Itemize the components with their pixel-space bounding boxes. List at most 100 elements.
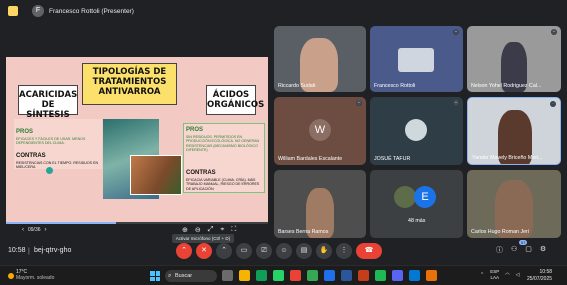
presentation-slide: TIPOLOGÍAS DE TRATAMIENTOS ANTIVARROA AC… bbox=[6, 57, 268, 223]
language-indicator[interactable]: ESP LAA bbox=[490, 269, 499, 281]
participant-video bbox=[398, 48, 434, 72]
app-icon[interactable] bbox=[392, 270, 403, 281]
fullscreen-icon[interactable]: ⛶ bbox=[231, 226, 236, 234]
app-icon[interactable] bbox=[426, 270, 437, 281]
participant-tile[interactable]: ⦿ Nelson Yohel Rodriguez Cal... bbox=[467, 26, 561, 92]
participant-tile[interactable]: Carlos Hugo Roman Jeri bbox=[467, 170, 561, 238]
participant-name: Francesco Rottoli bbox=[374, 83, 416, 89]
people-count-badge: 57 bbox=[519, 240, 528, 245]
end-call-button[interactable]: ☎ bbox=[356, 243, 382, 259]
participant-tile[interactable]: ⦿ Yander Mavely Briceño Men... bbox=[467, 97, 561, 165]
left-heading: ACARICIDAS DE SÍNTESIS bbox=[18, 85, 78, 120]
taskbar-apps bbox=[222, 270, 437, 281]
more-participants-count: 48 más bbox=[408, 218, 426, 224]
taskbar-search[interactable]: ⌕ Buscar bbox=[165, 270, 217, 282]
participant-name: Carlos Hugo Roman Jeri bbox=[471, 229, 529, 235]
slide-pager: ‹ 09/36 › bbox=[22, 227, 47, 233]
participant-tile[interactable]: ⦿ W William Bardales Escalante bbox=[274, 97, 366, 165]
right-pros-text: SIN RESIDUOS. PERMITIDOS EN PRODUCCIÓN E… bbox=[186, 135, 260, 153]
left-contras-label: CONTRAS bbox=[16, 153, 46, 159]
app-logo-icon bbox=[8, 6, 18, 16]
slide-tools: ⊕ ⊖ ⤢ ⌖ ⛶ bbox=[182, 226, 236, 234]
slide-title: TIPOLOGÍAS DE TRATAMIENTOS ANTIVARROA bbox=[82, 63, 177, 105]
chat-icon[interactable]: ▢ bbox=[525, 245, 532, 255]
windows-start-icon[interactable] bbox=[150, 271, 160, 281]
next-slide-button[interactable]: › bbox=[45, 227, 47, 233]
people-icon[interactable]: ⚇ bbox=[511, 245, 517, 255]
right-pros-label: PROS bbox=[186, 127, 204, 133]
raise-hand-icon[interactable]: ✋ bbox=[316, 243, 332, 259]
chrome-icon[interactable] bbox=[307, 270, 318, 281]
system-tray: ⌃ ESP LAA ◠ ◁ bbox=[480, 269, 519, 281]
captions-icon[interactable]: ▤ bbox=[296, 243, 312, 259]
slide-pointer bbox=[46, 167, 53, 174]
present-icon[interactable]: ⎚ bbox=[256, 243, 272, 259]
prev-slide-button[interactable]: ‹ bbox=[22, 227, 24, 233]
whatsapp-icon[interactable] bbox=[273, 270, 284, 281]
zoom-in-icon[interactable]: ⊕ bbox=[182, 226, 188, 234]
participant-name: Barses Berna Ramos bbox=[278, 229, 329, 235]
separator: | bbox=[28, 248, 30, 255]
taskbar: 17°C Mayorm. soleado ⌕ Buscar ⌃ ESP LAA … bbox=[0, 265, 567, 285]
mic-off-icon[interactable]: ✕ bbox=[196, 243, 212, 259]
meet-window: F Francesco Rottoli (Presenter) TIPOLOGÍ… bbox=[0, 0, 567, 285]
taskbar-clock[interactable]: 10:58 25/07/2025 bbox=[527, 269, 552, 283]
zoom-out-icon[interactable]: ⊖ bbox=[195, 226, 201, 234]
right-heading: ÁCIDOS ORGÁNICOS bbox=[206, 85, 264, 115]
wifi-icon[interactable]: ◠ bbox=[505, 272, 509, 278]
call-controls: ⌃ ✕ ⌃ ▭ ⎚ ☺ ▤ ✋ ⋮ ☎ bbox=[176, 243, 382, 259]
slide-progress-bar bbox=[6, 222, 268, 224]
participant-avatar bbox=[394, 186, 416, 208]
mic-icon: ⦿ bbox=[551, 29, 557, 35]
keyboard-layout: LAA bbox=[490, 275, 499, 280]
app-icon[interactable] bbox=[324, 270, 335, 281]
app-icon[interactable] bbox=[256, 270, 267, 281]
participant-tile[interactable]: Barses Berna Ramos bbox=[274, 170, 366, 238]
participant-name: Yander Mavely Briceño Men... bbox=[472, 155, 543, 161]
powerpoint-icon[interactable] bbox=[358, 270, 369, 281]
left-pros-label: PROS bbox=[16, 129, 34, 135]
mic-tooltip: Activar micrófono (Ctrl + D) bbox=[172, 234, 234, 243]
presenter-label: Francesco Rottoli (Presenter) bbox=[49, 7, 134, 15]
participant-tile[interactable]: ⦿ Francesco Rottoli bbox=[370, 26, 463, 92]
more-participants-tile[interactable]: E 48 más bbox=[370, 170, 463, 238]
camera-options-button[interactable]: ⌃ bbox=[216, 243, 232, 259]
speaking-icon: ⦿ bbox=[453, 29, 459, 35]
emoji-icon[interactable]: ☺ bbox=[276, 243, 292, 259]
slide-counter: 09/36 bbox=[28, 227, 41, 233]
search-icon: ⌕ bbox=[168, 273, 172, 279]
task-view-icon[interactable] bbox=[222, 270, 233, 281]
mic-options-button[interactable]: ⌃ bbox=[176, 243, 192, 259]
taskbar-time: 10:58 bbox=[539, 269, 553, 275]
participant-avatar bbox=[405, 119, 427, 141]
fit-icon[interactable]: ⤢ bbox=[208, 226, 214, 234]
tray-chevron-icon[interactable]: ⌃ bbox=[480, 272, 484, 278]
search-label: Buscar bbox=[175, 273, 193, 279]
app-icon[interactable] bbox=[375, 270, 386, 281]
slide-progress-fill bbox=[6, 222, 117, 224]
camera-icon[interactable]: ▭ bbox=[236, 243, 252, 259]
participant-name: Riccardo Sudati bbox=[278, 83, 316, 89]
pin-icon[interactable]: ⌖ bbox=[220, 226, 224, 234]
activities-icon[interactable]: ⚙ bbox=[540, 245, 546, 255]
info-icon[interactable]: ⓘ bbox=[496, 245, 503, 255]
volume-icon[interactable]: ◁ bbox=[516, 272, 520, 278]
side-controls: ⓘ ⚇ ▢ ⚙ bbox=[496, 245, 546, 255]
participant-name: Nelson Yohel Rodriguez Cal... bbox=[471, 83, 542, 89]
right-contras-text: EFICACIA VARIABLE (CLIMA, CRÍA). MÁS TRA… bbox=[186, 178, 260, 191]
more-options-icon[interactable]: ⋮ bbox=[336, 243, 352, 259]
app-icon[interactable] bbox=[409, 270, 420, 281]
meeting-code: bej-qtrv-gho bbox=[34, 247, 72, 254]
word-icon[interactable] bbox=[341, 270, 352, 281]
participant-avatar: E bbox=[414, 186, 436, 208]
taskbar-date: 25/07/2025 bbox=[527, 276, 553, 282]
speaking-icon: ⦿ bbox=[550, 101, 556, 107]
weather-widget[interactable]: 17°C Mayorm. soleado bbox=[8, 269, 54, 281]
mic-icon: ⦿ bbox=[453, 100, 459, 106]
participant-tile[interactable]: Riccardo Sudati bbox=[274, 26, 366, 92]
meeting-clock: 10:58 bbox=[8, 247, 26, 254]
file-explorer-icon[interactable] bbox=[239, 270, 250, 281]
app-icon[interactable] bbox=[290, 270, 301, 281]
right-contras-label: CONTRAS bbox=[186, 170, 216, 176]
participant-tile[interactable]: ⦿ JOSUÉ TAFUR bbox=[370, 97, 463, 165]
